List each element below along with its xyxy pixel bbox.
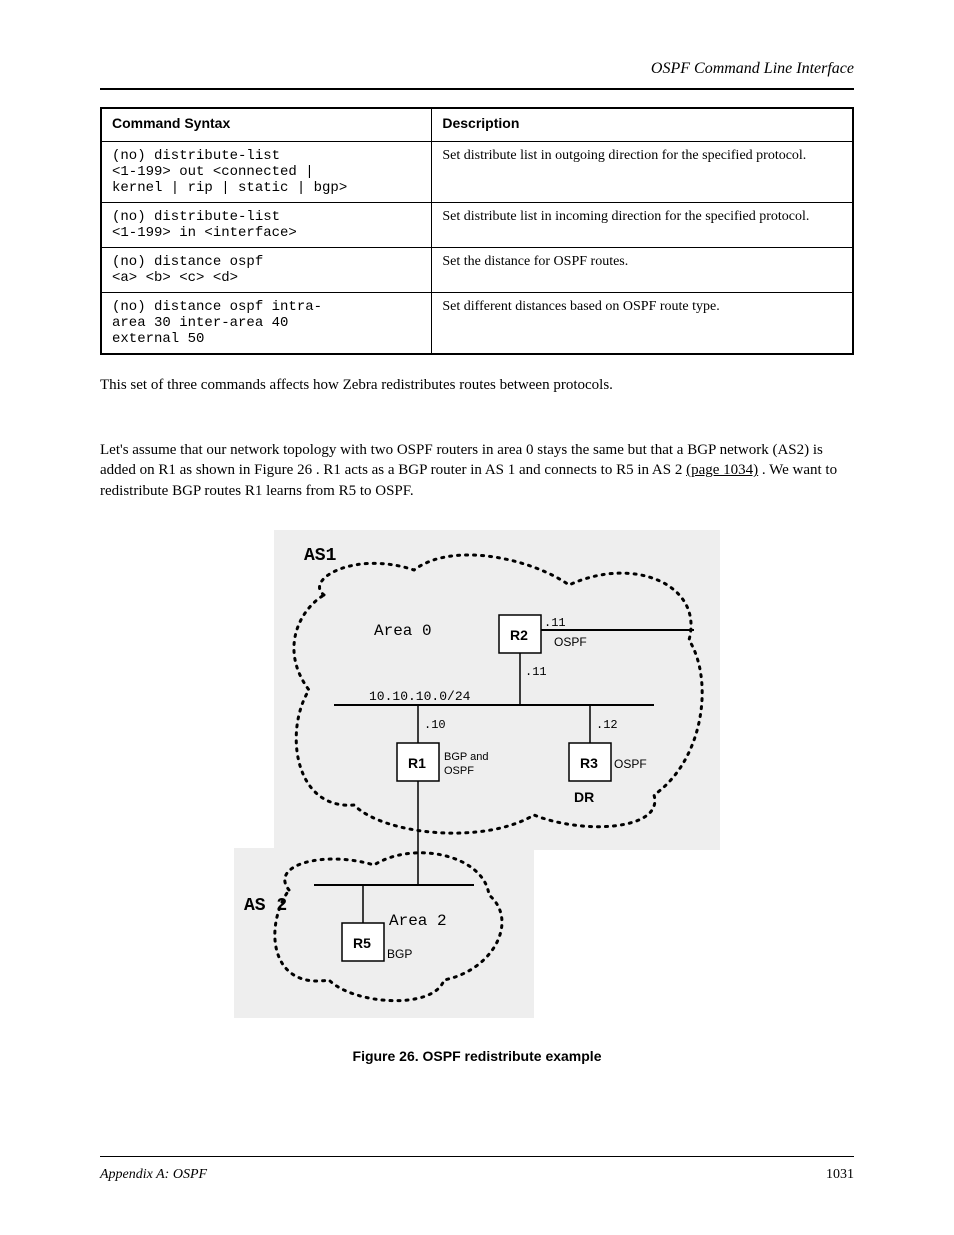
- r3-ospf-label: OSPF: [614, 757, 647, 771]
- r1-proto1: BGP and: [444, 751, 488, 763]
- col-description: Description: [432, 108, 853, 142]
- dr-label: DR: [574, 789, 594, 805]
- cell-desc: Set distribute list in outgoing directio…: [432, 142, 853, 203]
- figure-caption: Figure 26. OSPF redistribute example: [100, 1048, 854, 1064]
- cell-cmd: (no) distribute-list <1-199> out <connec…: [101, 142, 432, 203]
- area2-label: Area 2: [389, 912, 447, 930]
- cell-desc: Set different distances based on OSPF ro…: [432, 293, 853, 355]
- cell-cmd: (no) distance ospf <a> <b> <c> <d>: [101, 248, 432, 293]
- cell-desc: Set the distance for OSPF routes.: [432, 248, 853, 293]
- r2-label: R2: [510, 627, 528, 643]
- command-table: Command Syntax Description (no) distribu…: [100, 107, 854, 355]
- cell-cmd: (no) distance ospf intra- area 30 inter-…: [101, 293, 432, 355]
- footer-left: Appendix A: OSPF: [100, 1167, 207, 1183]
- footer-page-number: 1031: [826, 1167, 854, 1183]
- p2-part-c: . R1 acts as a BGP router in AS 1 and co…: [316, 462, 686, 478]
- table-row: (no) distance ospf <a> <b> <c> <d> Set t…: [101, 248, 853, 293]
- r1-label: R1: [408, 755, 426, 771]
- table-row: (no) distribute-list <1-199> in <interfa…: [101, 203, 853, 248]
- col-command-syntax: Command Syntax: [101, 108, 432, 142]
- page-reference[interactable]: (page 1034): [686, 462, 758, 478]
- as1-label: AS1: [304, 546, 337, 566]
- figure-reference: Figure 26: [254, 462, 312, 478]
- r3-label: R3: [580, 755, 598, 771]
- r1-addr: .10: [424, 718, 446, 732]
- table-row: (no) distribute-list <1-199> out <connec…: [101, 142, 853, 203]
- area0-label: Area 0: [374, 622, 432, 640]
- header-right: OSPF Command Line Interface: [651, 60, 854, 78]
- footer-rule: [100, 1156, 854, 1157]
- paragraph-intro: This set of three commands affects how Z…: [100, 375, 854, 395]
- network-diagram: AS1 AS 2 Area 0 Area 2 R2 .11 OSPF .11 1…: [234, 530, 720, 1020]
- as2-label: AS 2: [244, 896, 287, 916]
- cell-cmd: (no) distribute-list <1-199> in <interfa…: [101, 203, 432, 248]
- cell-desc: Set distribute list in incoming directio…: [432, 203, 853, 248]
- header-rule: [100, 88, 854, 90]
- r5-label: R5: [353, 935, 371, 951]
- r2-top-addr: .11: [544, 616, 566, 630]
- r2-mid-addr: .11: [525, 665, 547, 679]
- r2-ospf-label: OSPF: [554, 635, 587, 649]
- table-row: (no) distance ospf intra- area 30 inter-…: [101, 293, 853, 355]
- r1-proto2: OSPF: [444, 765, 474, 777]
- r5-bgp-label: BGP: [387, 947, 412, 961]
- paragraph-topology: Let's assume that our network topology w…: [100, 440, 854, 501]
- net-label: 10.10.10.0/24: [369, 689, 471, 704]
- r3-addr: .12: [596, 718, 618, 732]
